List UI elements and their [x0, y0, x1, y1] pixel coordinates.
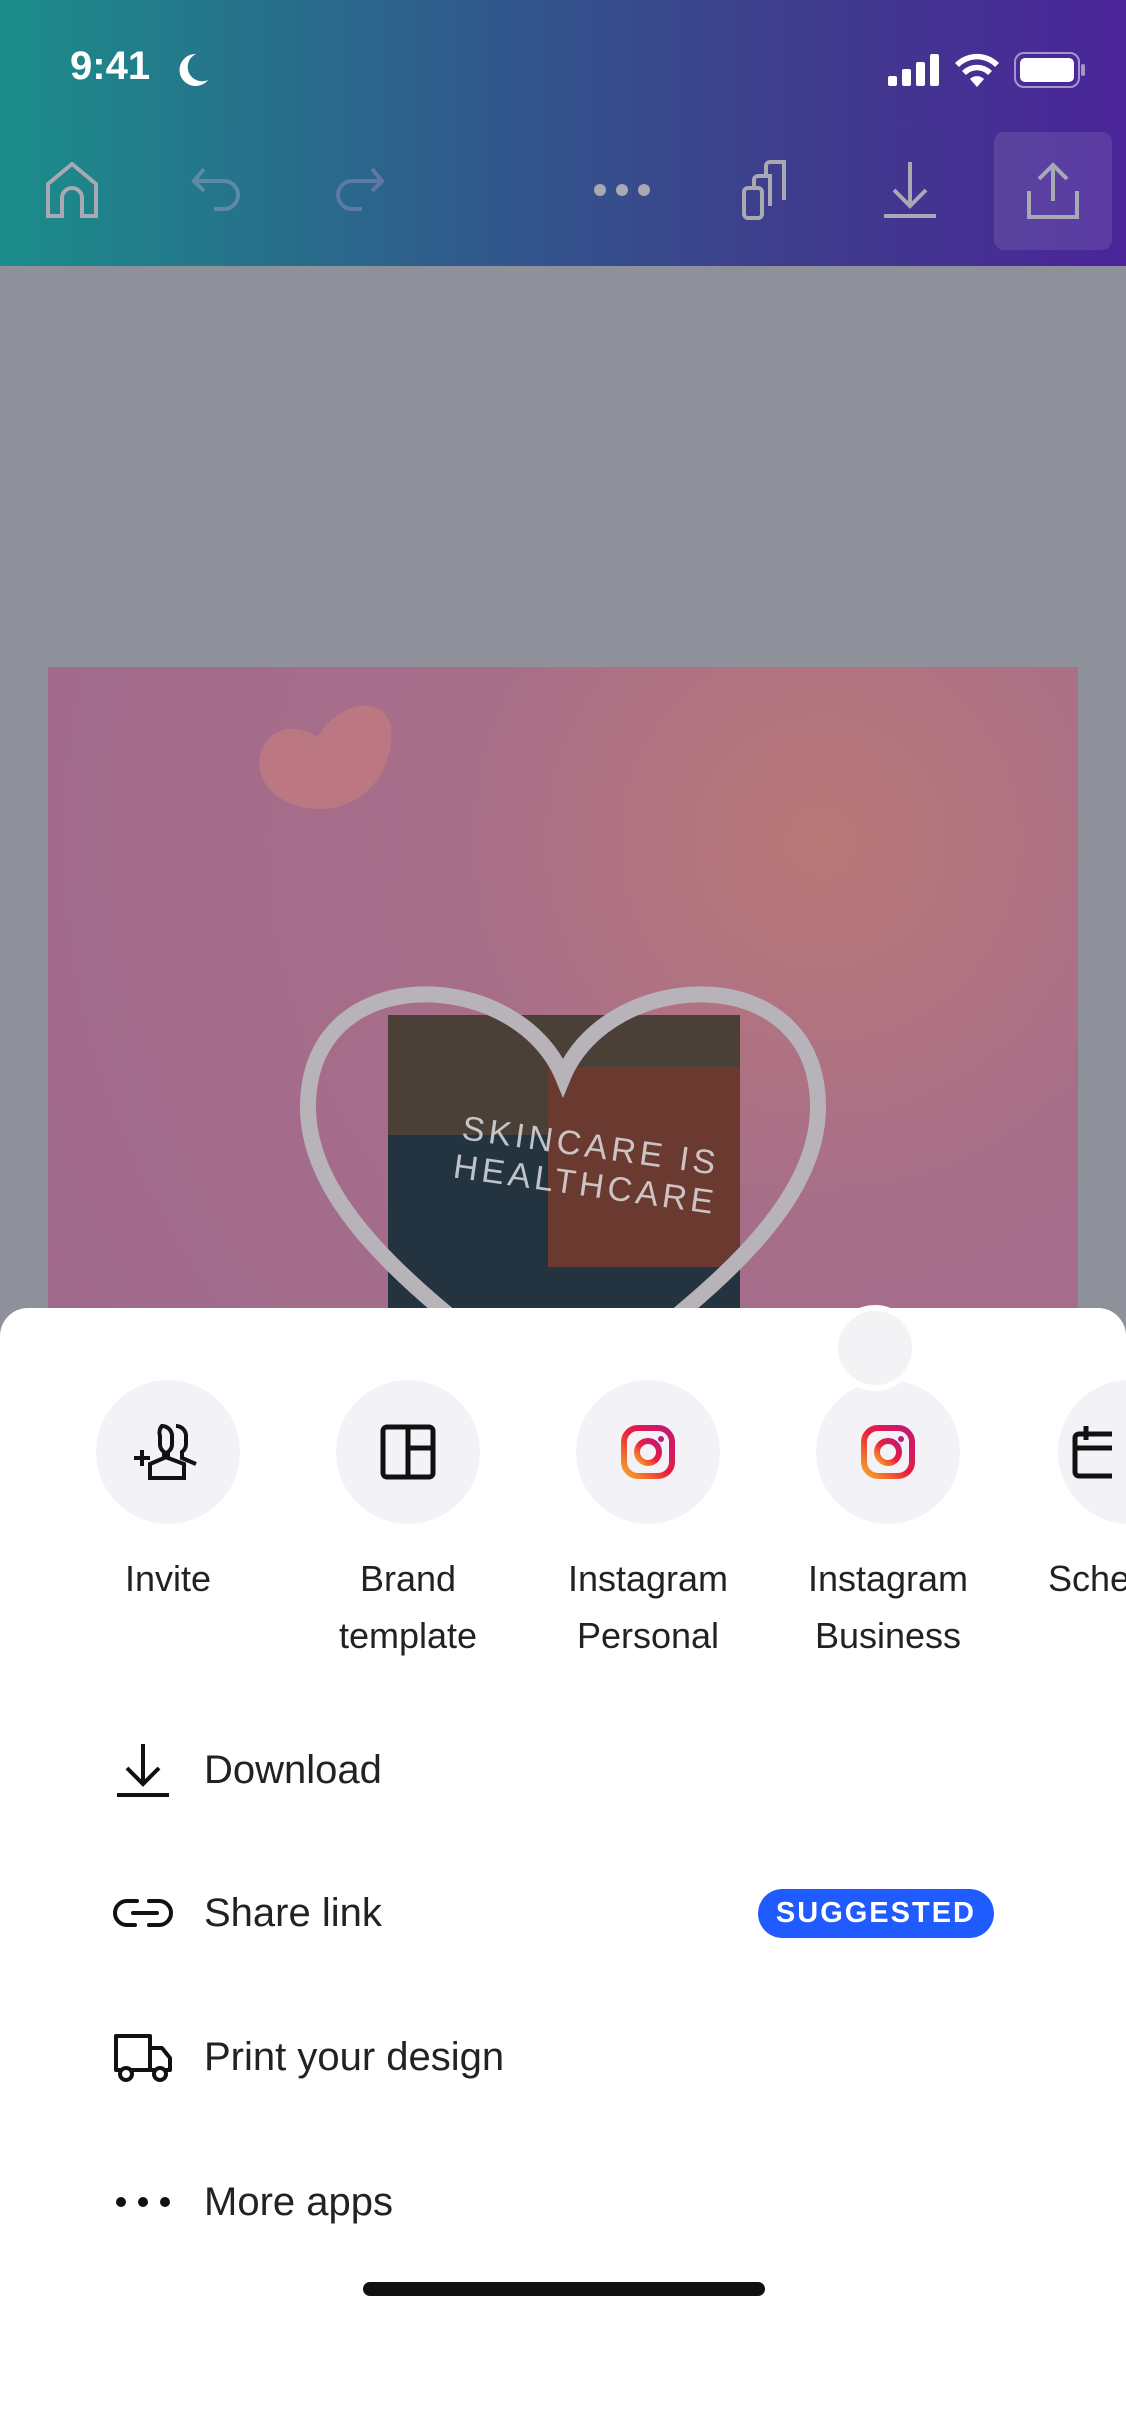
- design-artwork: [259, 705, 827, 1418]
- redo-icon: [336, 167, 385, 211]
- action-label: Print your design: [204, 2034, 505, 2079]
- instagram-icon: [861, 1425, 915, 1479]
- wifi-icon: [955, 53, 999, 87]
- download-icon: [117, 1744, 169, 1797]
- download-button[interactable]: [870, 140, 950, 240]
- more-button[interactable]: [582, 140, 662, 240]
- calendar-icon: [1072, 1426, 1112, 1479]
- pages-icon: [742, 160, 786, 220]
- home-icon: [46, 162, 98, 218]
- share-link-action[interactable]: Share link SUGGESTED: [110, 1863, 1010, 1963]
- invite-app[interactable]: Invite: [68, 1380, 268, 1607]
- undo-icon: [191, 167, 240, 211]
- battery-icon: [1014, 52, 1085, 88]
- truck-icon: [114, 2034, 172, 2082]
- undo-button[interactable]: [178, 140, 258, 240]
- brand-template-icon: [380, 1424, 436, 1480]
- instagram-personal-app[interactable]: Instagram Personal: [548, 1380, 748, 1664]
- status-time: 9:41: [70, 44, 151, 88]
- share-sheet: Invite Brand template Instagram Personal…: [0, 1308, 1126, 2436]
- home-button[interactable]: [32, 140, 112, 240]
- action-label: Share link: [204, 1890, 382, 1935]
- top-bar: 9:41: [0, 0, 1126, 266]
- app-label: Invite: [124, 1558, 212, 1599]
- app-label: Instagram Personal: [567, 1558, 729, 1656]
- more-icon: [116, 2197, 170, 2207]
- action-label: Download: [204, 1747, 382, 1792]
- pages-button[interactable]: [726, 140, 806, 240]
- moon-icon: [179, 53, 208, 86]
- design-canvas[interactable]: SKINCARE IS HEALTHCARE: [48, 667, 1078, 1418]
- schedule-app[interactable]: Sche: [1028, 1380, 1126, 1607]
- more-icon: [594, 184, 650, 196]
- share-apps-row[interactable]: Invite Brand template Instagram Personal…: [0, 1380, 1126, 1680]
- link-icon: [113, 1899, 173, 1927]
- touch-indicator: [832, 1305, 918, 1391]
- download-icon: [884, 162, 936, 218]
- signal-icon: [888, 54, 939, 86]
- app-label: Sche: [1048, 1558, 1126, 1599]
- more-apps-action[interactable]: More apps: [110, 2152, 1010, 2252]
- instagram-business-app[interactable]: Instagram Business: [788, 1380, 988, 1664]
- suggested-badge: SUGGESTED: [757, 1888, 994, 1938]
- brand-template-app[interactable]: Brand template: [308, 1380, 508, 1664]
- print-action[interactable]: Print your design: [110, 2007, 1010, 2107]
- share-icon: [1027, 162, 1079, 219]
- action-label: More apps: [204, 2179, 393, 2224]
- app-label: Brand template: [338, 1558, 478, 1656]
- instagram-icon: [621, 1425, 675, 1479]
- app-label: Instagram Business: [807, 1558, 969, 1656]
- redo-button[interactable]: [318, 140, 398, 240]
- invite-people-icon: [134, 1423, 197, 1480]
- home-indicator[interactable]: [363, 2282, 765, 2296]
- share-button[interactable]: [994, 132, 1112, 250]
- download-action[interactable]: Download: [110, 1720, 1010, 1820]
